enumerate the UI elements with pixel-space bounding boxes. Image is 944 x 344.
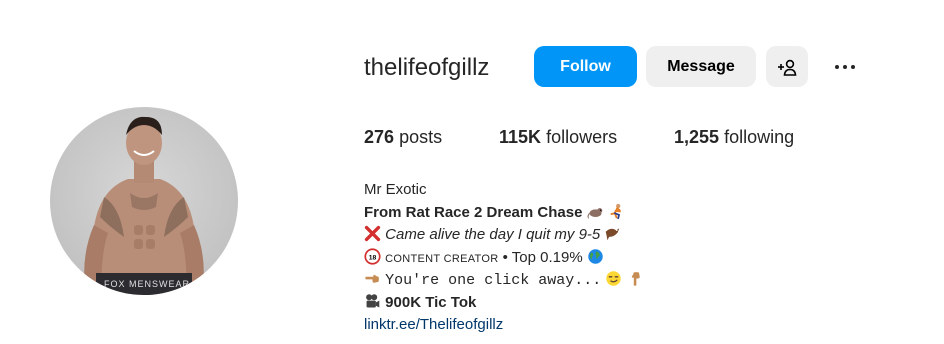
globe-emoji-icon [588,248,603,264]
username: thelifeofgillz [364,54,490,81]
avatar[interactable]: FOX MENSWEAR [50,107,238,295]
profile-header: FOX MENSWEAR thelifeofgillz Follow Messa… [0,0,944,344]
movie-camera-emoji-icon [366,293,380,307]
avatar-photo: FOX MENSWEAR [84,116,204,295]
bio-link[interactable]: linktr.ee/Thelifeofgillz [364,314,884,337]
follow-button[interactable]: Follow [534,46,637,87]
suggest-add-user-button[interactable] [766,46,808,87]
no-under-18-emoji-icon: 18 [364,247,381,265]
message-button[interactable]: Message [646,46,756,87]
cross-mark-emoji-icon [364,225,381,242]
bio-line-3: 18 CONTENT CREATOR • Top 0.19% [364,247,884,270]
following-link[interactable]: 1,255 following [674,127,794,148]
bio-line-2: Came alive the day I quit my 9-5 [364,224,884,247]
svg-text:FOX MENSWEAR: FOX MENSWEAR [104,279,190,289]
smirk-emoji-icon [606,271,622,286]
eagle-emoji-icon [606,228,620,241]
pointing-down-emoji-icon [631,272,640,286]
posts-count: 276 posts [364,127,443,147]
more-options-icon [833,65,857,69]
more-options-button[interactable] [826,54,864,80]
bio: Mr Exotic From Rat Race 2 Dream Chase Ca… [364,179,884,337]
pointing-left-emoji-icon [365,274,379,283]
display-name: Mr Exotic [364,181,427,198]
svg-text:18: 18 [369,254,377,261]
bio-line-1: From Rat Race 2 Dream Chase [364,202,884,225]
bio-line-5: 900K Tic Tok [364,292,884,315]
rat-emoji-icon [587,207,602,219]
bio-line-4: You're one click away... [364,269,884,292]
add-user-icon [778,59,797,76]
followers-link[interactable]: 115K followers [499,127,617,148]
runner-emoji-icon [610,203,621,219]
